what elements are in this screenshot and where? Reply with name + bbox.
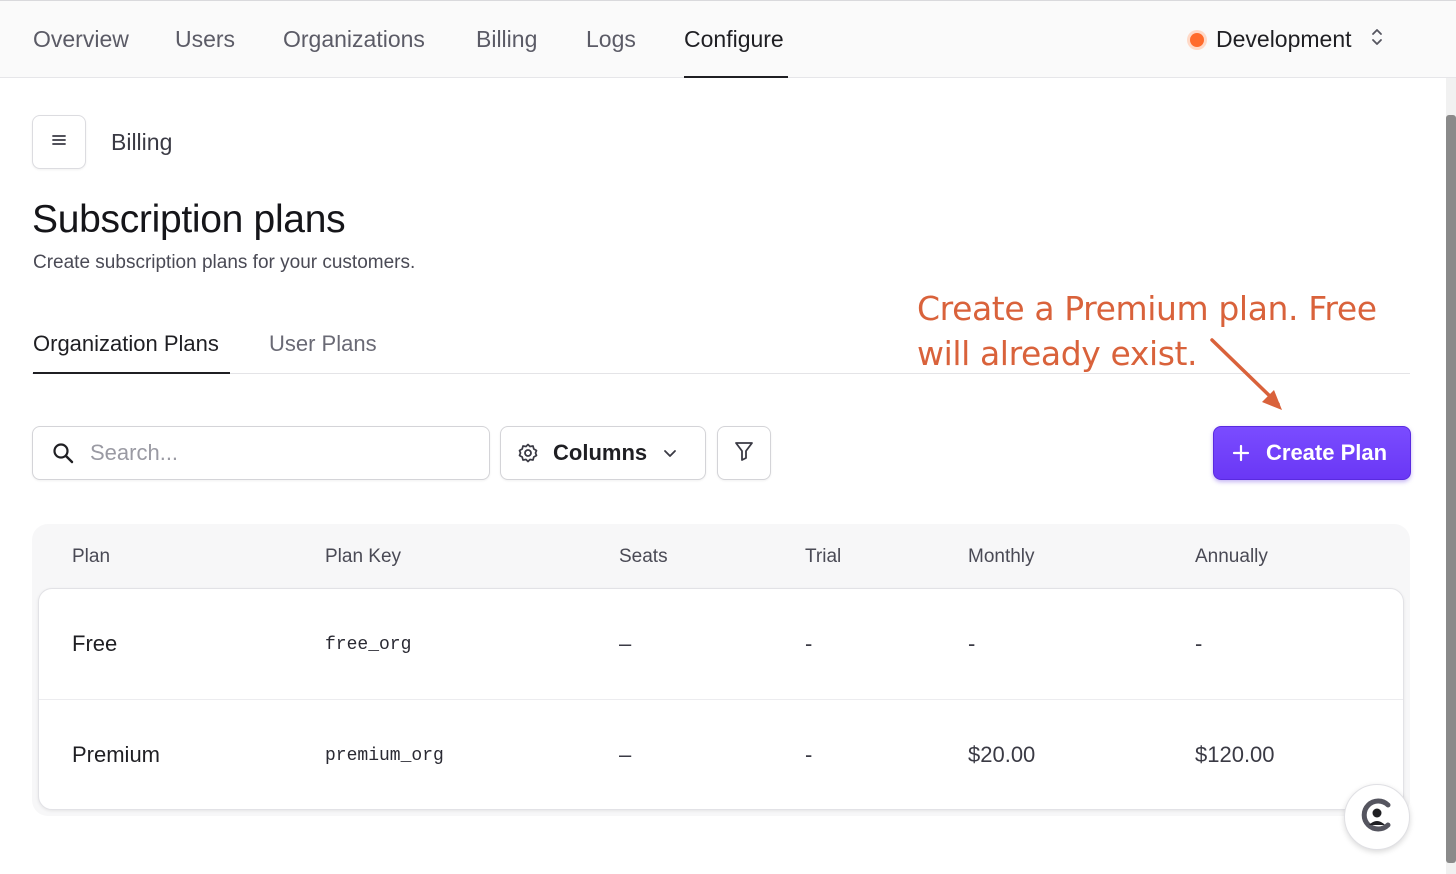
environment-label: Development bbox=[1216, 26, 1352, 52]
filter-icon bbox=[734, 440, 754, 467]
cell-plan-key: premium_org bbox=[325, 746, 444, 766]
table-row[interactable]: Premium premium_org – - $20.00 $120.00 bbox=[39, 700, 1403, 811]
page-subtitle: Create subscription plans for your custo… bbox=[33, 252, 416, 273]
column-header-plan-key[interactable]: Plan Key bbox=[325, 546, 401, 568]
cell-annually: - bbox=[1195, 631, 1203, 656]
annotation-arrow-icon bbox=[1210, 338, 1282, 410]
nav-logs[interactable]: Logs bbox=[586, 26, 636, 53]
column-header-annually[interactable]: Annually bbox=[1195, 546, 1268, 568]
create-plan-label: Create Plan bbox=[1266, 440, 1388, 465]
top-navigation: Overview Users Organizations Billing Log… bbox=[0, 0, 1456, 78]
column-header-seats[interactable]: Seats bbox=[619, 546, 668, 568]
tab-organization-plans[interactable]: Organization Plans bbox=[33, 331, 219, 357]
chevron-up-down-icon bbox=[1370, 26, 1384, 53]
column-header-monthly[interactable]: Monthly bbox=[968, 546, 1035, 568]
gear-icon bbox=[517, 442, 539, 464]
cell-plan-key: free_org bbox=[325, 635, 412, 655]
tab-active-indicator bbox=[33, 372, 230, 374]
nav-overview[interactable]: Overview bbox=[33, 26, 129, 53]
cell-trial: - bbox=[805, 742, 813, 767]
page-title: Subscription plans bbox=[32, 198, 346, 241]
plans-table: Plan Plan Key Seats Trial Monthly Annual… bbox=[32, 524, 1410, 816]
scrollbar-thumb[interactable] bbox=[1446, 115, 1456, 863]
columns-label: Columns bbox=[553, 440, 648, 465]
cell-monthly: - bbox=[968, 631, 976, 656]
plus-icon bbox=[1232, 444, 1250, 462]
instruction-annotation: Create a Premium plan. Free will already… bbox=[917, 289, 1377, 373]
nav-configure[interactable]: Configure bbox=[684, 26, 784, 53]
tab-user-plans[interactable]: User Plans bbox=[269, 331, 377, 357]
environment-status-dot bbox=[1190, 32, 1204, 47]
breadcrumb: Billing bbox=[111, 129, 173, 155]
support-chat-button[interactable] bbox=[1344, 784, 1410, 850]
cell-annually: $120.00 bbox=[1195, 742, 1275, 767]
hamburger-icon bbox=[51, 133, 67, 152]
create-plan-button[interactable]: Create Plan bbox=[1213, 426, 1411, 480]
cell-seats: – bbox=[619, 742, 632, 767]
cell-plan: Free bbox=[72, 631, 118, 656]
filter-button[interactable] bbox=[717, 426, 771, 480]
nav-organizations[interactable]: Organizations bbox=[283, 26, 425, 53]
search-input[interactable] bbox=[90, 440, 450, 466]
sidebar-toggle-button[interactable] bbox=[32, 115, 86, 169]
column-header-plan[interactable]: Plan bbox=[72, 546, 110, 568]
nav-billing[interactable]: Billing bbox=[476, 26, 537, 53]
column-header-trial[interactable]: Trial bbox=[805, 546, 841, 568]
cell-trial: - bbox=[805, 631, 813, 656]
search-field[interactable] bbox=[32, 426, 490, 480]
cell-monthly: $20.00 bbox=[968, 742, 1036, 767]
support-logo-icon bbox=[1358, 796, 1396, 839]
cell-seats: – bbox=[619, 631, 632, 656]
environment-switcher[interactable]: Development bbox=[1190, 26, 1384, 53]
table-row[interactable]: Free free_org – - - - bbox=[39, 589, 1403, 700]
columns-button[interactable]: Columns bbox=[500, 426, 706, 480]
cell-plan: Premium bbox=[72, 742, 161, 767]
nav-active-indicator bbox=[684, 76, 788, 78]
table-body: Free free_org – - - - Premium premium_or… bbox=[38, 588, 1404, 810]
search-icon bbox=[52, 442, 74, 464]
nav-users[interactable]: Users bbox=[175, 26, 235, 53]
chevron-down-icon bbox=[663, 448, 677, 458]
